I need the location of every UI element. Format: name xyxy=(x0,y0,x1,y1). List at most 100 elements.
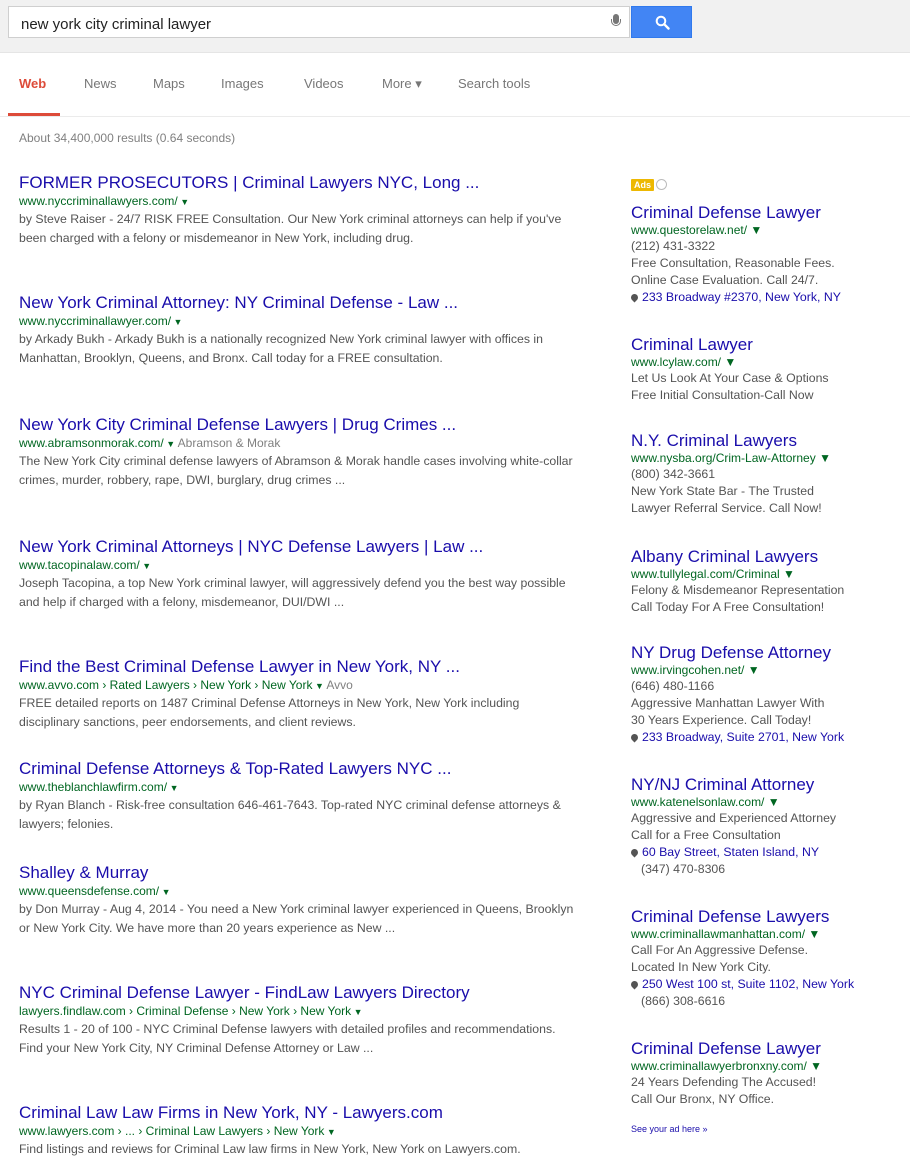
ad-text-line: Free Initial Consultation-Call Now xyxy=(631,388,814,402)
ad-text-line: Lawyer Referral Service. Call Now! xyxy=(631,501,822,515)
ad-text-line: Call For An Aggressive Defense. xyxy=(631,943,809,957)
ad-url-text[interactable]: www.nysba.org/Crim-Law-Attorney xyxy=(631,451,816,465)
result-url: www.lawyers.com › ... › Criminal Law Law… xyxy=(19,1124,579,1140)
ad-url-text[interactable]: www.lcylaw.com/ xyxy=(631,355,721,369)
result-title-link[interactable]: Find the Best Criminal Defense Lawyer in… xyxy=(19,656,579,678)
url-dropdown-icon[interactable]: ▼ xyxy=(178,197,189,207)
ad-title-link[interactable]: Criminal Defense Lawyers xyxy=(631,906,910,927)
result-title-link[interactable]: New York City Criminal Defense Lawyers |… xyxy=(19,414,579,436)
search-result: New York Criminal Attorneys | NYC Defens… xyxy=(19,536,579,612)
result-url: www.nyccriminallawyer.com/ ▼ xyxy=(19,314,579,330)
tab-web[interactable]: Web xyxy=(19,76,46,91)
ad-text-line: Let Us Look At Your Case & Options xyxy=(631,371,829,385)
ad-title-link[interactable]: Criminal Defense Lawyer xyxy=(631,1038,910,1059)
tab-more[interactable]: More ▾ xyxy=(382,76,422,92)
ad-location-text[interactable]: 233 Broadway #2370, New York, NY xyxy=(642,290,841,304)
search-tabs: Web News Maps Images Videos More ▾ Searc… xyxy=(0,52,910,117)
ad-url-text[interactable]: www.questorelaw.net/ xyxy=(631,223,747,237)
result-url: www.queensdefense.com/ ▼ xyxy=(19,884,579,900)
result-title-link[interactable]: Criminal Law Law Firms in New York, NY -… xyxy=(19,1102,579,1124)
ad-title-link[interactable]: Criminal Defense Lawyer xyxy=(631,202,910,223)
result-url-text[interactable]: www.nyccriminallawyers.com/ xyxy=(19,194,178,208)
ad-location[interactable]: 233 Broadway, Suite 2701, New York xyxy=(629,729,910,746)
ad-title-link[interactable]: N.Y. Criminal Lawyers xyxy=(631,430,910,451)
url-dropdown-icon[interactable]: ▼ xyxy=(764,795,780,809)
url-dropdown-icon[interactable]: ▼ xyxy=(744,663,760,677)
ad-location-text[interactable]: 233 Broadway, Suite 2701, New York xyxy=(642,730,844,744)
see-your-ad-link[interactable]: See your ad here » xyxy=(631,1124,708,1134)
url-dropdown-icon[interactable]: ▼ xyxy=(312,681,326,691)
result-url-text[interactable]: www.lawyers.com › ... › Criminal Law Law… xyxy=(19,1124,324,1138)
ad-url-text[interactable]: www.tullylegal.com/Criminal xyxy=(631,567,780,581)
result-stats: About 34,400,000 results (0.64 seconds) xyxy=(19,131,236,145)
ad-location[interactable]: 233 Broadway #2370, New York, NY xyxy=(629,289,910,306)
search-header xyxy=(0,0,910,53)
result-title-link[interactable]: New York Criminal Attorneys | NYC Defens… xyxy=(19,536,579,558)
ad-title-link[interactable]: Criminal Lawyer xyxy=(631,334,910,355)
ads-label: Ads xyxy=(631,176,668,194)
search-input[interactable] xyxy=(19,12,593,36)
url-dropdown-icon[interactable]: ▼ xyxy=(324,1127,336,1137)
ad-item: Criminal Defense Lawyers www.criminallawm… xyxy=(629,906,910,1010)
result-url-text[interactable]: www.avvo.com › Rated Lawyers › New York … xyxy=(19,678,312,692)
ad-title-link[interactable]: NY Drug Defense Attorney xyxy=(631,642,910,663)
search-result: FORMER PROSECUTORS | Criminal Lawyers NY… xyxy=(19,172,579,248)
url-dropdown-icon[interactable]: ▼ xyxy=(816,451,831,465)
result-url-text[interactable]: www.abramsonmorak.com/ xyxy=(19,436,164,450)
result-title-link[interactable]: FORMER PROSECUTORS | Criminal Lawyers NY… xyxy=(19,172,579,194)
result-url-text[interactable]: www.theblanchlawfirm.com/ xyxy=(19,780,167,794)
search-result: New York Criminal Attorney: NY Criminal … xyxy=(19,292,579,368)
result-url-text[interactable]: www.queensdefense.com/ xyxy=(19,884,159,898)
ad-url-text[interactable]: www.irvingcohen.net/ xyxy=(631,663,744,677)
url-dropdown-icon[interactable]: ▼ xyxy=(780,567,795,581)
result-title-link[interactable]: Criminal Defense Attorneys & Top-Rated L… xyxy=(19,758,579,780)
ad-url-text[interactable]: www.criminallawyerbronxny.com/ xyxy=(631,1059,807,1073)
ad-location-text[interactable]: 250 West 100 st, Suite 1102, New York xyxy=(642,977,854,991)
result-url: www.nyccriminallawyers.com/ ▼ xyxy=(19,194,579,210)
ad-item: Criminal Lawyer www.lcylaw.com/ ▼ Let Us L… xyxy=(631,334,910,404)
url-dropdown-icon[interactable]: ▼ xyxy=(164,439,178,449)
tab-news[interactable]: News xyxy=(84,76,117,91)
result-url-text[interactable]: www.nyccriminallawyer.com/ xyxy=(19,314,171,328)
url-dropdown-icon[interactable]: ▼ xyxy=(721,355,736,369)
ad-title-link[interactable]: Albany Criminal Lawyers xyxy=(631,546,910,567)
ad-phone: (347) 470-8306 xyxy=(641,862,726,876)
ad-info-icon[interactable] xyxy=(656,179,668,191)
ad-url: www.criminallawmanhattan.com/ ▼ xyxy=(631,927,910,942)
ad-text-line: (800) 342-3661 xyxy=(631,467,716,481)
tab-maps[interactable]: Maps xyxy=(153,76,185,91)
search-result: New York City Criminal Defense Lawyers |… xyxy=(19,414,579,490)
ad-url: www.katenelsonlaw.com/ ▼ xyxy=(631,795,910,810)
url-dropdown-icon[interactable]: ▼ xyxy=(747,223,762,237)
search-button[interactable] xyxy=(631,6,692,38)
url-dropdown-icon[interactable]: ▼ xyxy=(807,1059,822,1073)
ad-title-link[interactable]: NY/NJ Criminal Attorney xyxy=(631,774,910,795)
ad-text-line: Felony & Misdemeanor Representation xyxy=(631,583,845,597)
url-dropdown-icon[interactable]: ▼ xyxy=(351,1007,363,1017)
ad-location[interactable]: 60 Bay Street, Staten Island, NY xyxy=(629,844,910,861)
tab-images[interactable]: Images xyxy=(221,76,264,91)
ad-location[interactable]: 250 West 100 st, Suite 1102, New York xyxy=(629,976,910,993)
ad-location-text[interactable]: 60 Bay Street, Staten Island, NY xyxy=(642,845,819,859)
ad-text-line: Online Case Evaluation. Call 24/7. xyxy=(631,273,819,287)
result-url-text[interactable]: www.tacopinalaw.com/ xyxy=(19,558,140,572)
ad-url-text[interactable]: www.katenelsonlaw.com/ xyxy=(631,795,764,809)
ad-url-text[interactable]: www.criminallawmanhattan.com/ xyxy=(631,927,805,941)
search-box[interactable] xyxy=(8,6,630,38)
url-dropdown-icon[interactable]: ▼ xyxy=(805,927,820,941)
tab-videos[interactable]: Videos xyxy=(304,76,344,91)
search-result: Criminal Law Law Firms in New York, NY -… xyxy=(19,1102,579,1159)
url-dropdown-icon[interactable]: ▼ xyxy=(140,561,151,571)
search-result: NYC Criminal Defense Lawyer - FindLaw La… xyxy=(19,982,579,1058)
result-url: www.avvo.com › Rated Lawyers › New York … xyxy=(19,678,579,694)
ad-item: NY/NJ Criminal Attorney www.katenelsonlaw… xyxy=(629,774,910,878)
microphone-icon[interactable] xyxy=(611,14,621,30)
result-title-link[interactable]: NYC Criminal Defense Lawyer - FindLaw La… xyxy=(19,982,579,1004)
tab-search-tools[interactable]: Search tools xyxy=(458,76,530,91)
result-title-link[interactable]: Shalley & Murray xyxy=(19,862,579,884)
result-title-link[interactable]: New York Criminal Attorney: NY Criminal … xyxy=(19,292,579,314)
url-dropdown-icon[interactable]: ▼ xyxy=(159,887,171,897)
result-url-text[interactable]: lawyers.findlaw.com › Criminal Defense ›… xyxy=(19,1004,351,1018)
url-dropdown-icon[interactable]: ▼ xyxy=(167,783,179,793)
url-dropdown-icon[interactable]: ▼ xyxy=(171,317,183,327)
